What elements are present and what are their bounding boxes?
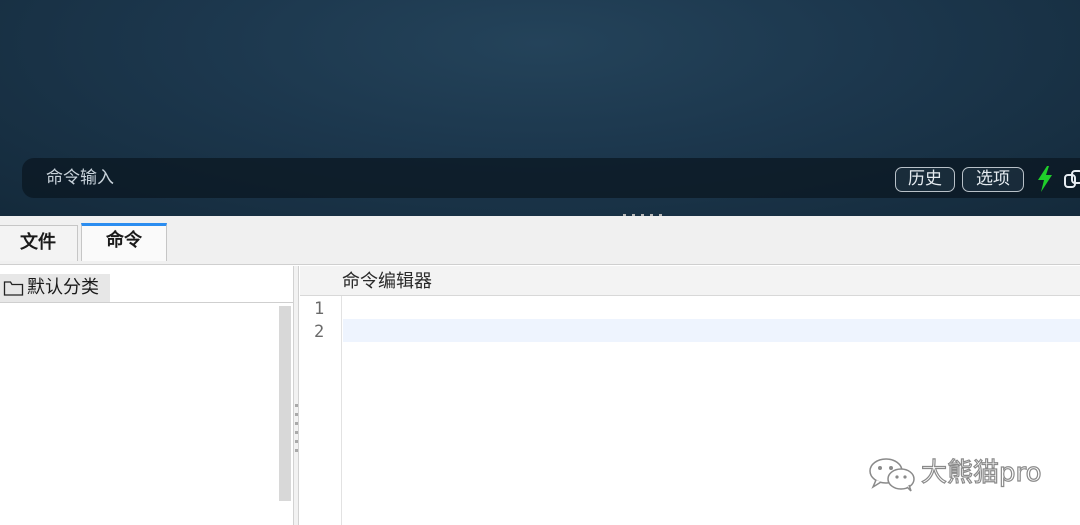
command-input-bar[interactable]: 命令输入 历史 选项 <box>22 158 1080 198</box>
category-tree-panel: 默认分类 <box>0 266 296 525</box>
scrollbar[interactable] <box>279 306 291 501</box>
category-item-default[interactable]: 默认分类 <box>0 274 110 302</box>
active-line-highlight[interactable] <box>343 319 1080 342</box>
tab-bar: 文件 命令 <box>0 216 1080 265</box>
watermark-text: 大熊猫pro <box>920 457 1042 488</box>
vertical-splitter-handle[interactable] <box>293 266 299 525</box>
lightning-bolt-icon[interactable] <box>1036 166 1054 192</box>
splitter-grip-icon <box>295 404 298 452</box>
command-input[interactable]: 命令输入 <box>46 168 114 188</box>
terminal-area[interactable]: 命令输入 历史 选项 <box>0 0 1080 216</box>
link-icon[interactable] <box>1063 168 1080 190</box>
wechat-icon <box>869 458 915 492</box>
line-number: 2 <box>314 322 325 342</box>
tab-file[interactable]: 文件 <box>0 225 78 261</box>
options-button[interactable]: 选项 <box>962 167 1024 192</box>
editor-header: 命令编辑器 <box>300 266 1080 296</box>
watermark: 大熊猫pro <box>867 453 1047 493</box>
tab-command[interactable]: 命令 <box>81 223 167 261</box>
history-button[interactable]: 历史 <box>895 167 955 192</box>
category-label: 默认分类 <box>27 277 99 298</box>
line-number: 1 <box>314 299 325 319</box>
line-number-gutter: 1 2 <box>300 296 342 525</box>
divider <box>0 302 294 303</box>
editor-title: 命令编辑器 <box>342 271 432 292</box>
folder-icon <box>3 281 24 296</box>
